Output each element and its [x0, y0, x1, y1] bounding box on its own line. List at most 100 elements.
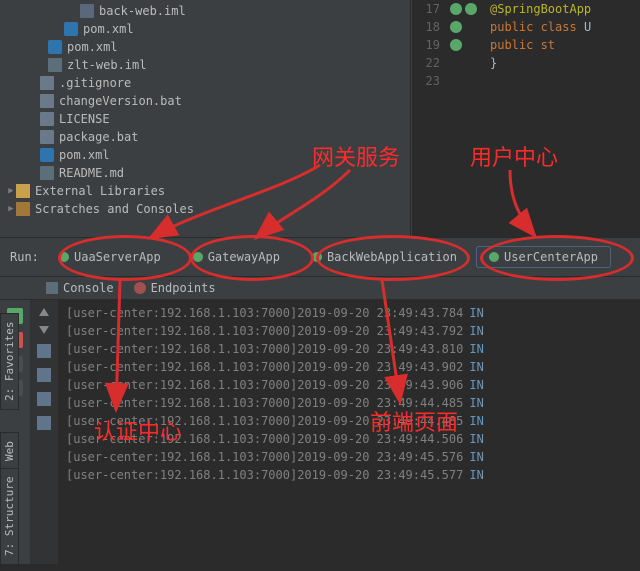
- file-icon: [40, 94, 54, 108]
- editor-line[interactable]: 19 public st: [412, 36, 640, 54]
- run-gutter-icon[interactable]: [465, 3, 477, 15]
- log-timestamp: 2019-09-20 23:49:43.810: [297, 340, 463, 358]
- run-gutter-icon[interactable]: [465, 75, 477, 87]
- tree-item[interactable]: pom.xml: [0, 38, 410, 56]
- soft-wrap-icon[interactable]: [37, 344, 51, 358]
- tree-item[interactable]: package.bat: [0, 128, 410, 146]
- run-status-icon: [312, 252, 322, 262]
- run-gutter-icon[interactable]: [450, 39, 462, 51]
- vtab-label: Web: [3, 441, 16, 461]
- code-text: public st: [490, 38, 555, 52]
- run-gutter-icon[interactable]: [465, 57, 477, 69]
- tree-item[interactable]: LICENSE: [0, 110, 410, 128]
- tree-label: changeVersion.bat: [59, 94, 182, 108]
- tree-label: External Libraries: [35, 184, 165, 198]
- tree-label: pom.xml: [59, 148, 110, 162]
- expand-icon[interactable]: ▶: [6, 204, 16, 214]
- run-tab[interactable]: UaaServerApp: [46, 246, 174, 268]
- library-icon: [16, 184, 30, 198]
- run-panel: Run: UaaServerAppGatewayAppBackWebApplic…: [0, 237, 640, 564]
- console-side-icons: [30, 300, 58, 564]
- vtab-label: 7: Structure: [3, 477, 16, 556]
- vtab-label: 2: Favorites: [3, 322, 16, 401]
- run-gutter-icon[interactable]: [465, 39, 477, 51]
- tree-external-libraries[interactable]: ▶ External Libraries: [0, 182, 410, 200]
- log-level: IN: [463, 376, 483, 394]
- log-level: IN: [463, 466, 483, 484]
- run-tab-label: UaaServerApp: [74, 250, 161, 264]
- log-line: [user-center:192.168.1.103:7000] 2019-09…: [66, 448, 632, 466]
- terminal-icon: [46, 282, 58, 294]
- log-source: [user-center:192.168.1.103:7000]: [66, 394, 297, 412]
- up-icon[interactable]: [39, 308, 49, 316]
- side-tab-web[interactable]: Web: [0, 432, 19, 470]
- tree-item[interactable]: zlt-web.iml: [0, 56, 410, 74]
- scroll-icon[interactable]: [37, 368, 51, 382]
- side-tab-structure[interactable]: 7: Structure: [0, 468, 19, 565]
- toolbar-console[interactable]: Console: [46, 281, 114, 295]
- run-gutter-icon[interactable]: [450, 21, 462, 33]
- tree-label: package.bat: [59, 130, 138, 144]
- tree-item[interactable]: back-web.iml: [0, 2, 410, 20]
- editor-line[interactable]: 17@SpringBootApp: [412, 0, 640, 18]
- run-tab[interactable]: BackWebApplication: [299, 246, 470, 268]
- tree-item[interactable]: pom.xml: [0, 146, 410, 164]
- tree-item[interactable]: changeVersion.bat: [0, 92, 410, 110]
- log-source: [user-center:192.168.1.103:7000]: [66, 448, 297, 466]
- file-icon: [40, 166, 54, 180]
- tree-item[interactable]: pom.xml: [0, 20, 410, 38]
- run-gutter-icon[interactable]: [450, 75, 462, 87]
- toolbar-endpoints[interactable]: Endpoints: [134, 281, 216, 295]
- clear-icon[interactable]: [37, 416, 51, 430]
- run-tab[interactable]: UserCenterApp: [476, 246, 611, 268]
- expand-icon[interactable]: ▶: [6, 186, 16, 196]
- tree-label: .gitignore: [59, 76, 131, 90]
- side-tab-favorites[interactable]: 2: Favorites: [0, 313, 19, 410]
- top-area: back-web.imlpom.xmlpom.xmlzlt-web.iml.gi…: [0, 0, 640, 237]
- file-icon: [40, 76, 54, 90]
- run-tab-label: UserCenterApp: [504, 250, 598, 264]
- file-icon: [48, 58, 62, 72]
- line-number: 23: [412, 74, 450, 88]
- code-editor[interactable]: 17@SpringBootApp18public class U19 publi…: [411, 0, 640, 237]
- log-timestamp: 2019-09-20 23:49:43.792: [297, 322, 463, 340]
- run-gutter-icon[interactable]: [465, 21, 477, 33]
- project-tree[interactable]: back-web.imlpom.xmlpom.xmlzlt-web.iml.gi…: [0, 0, 411, 237]
- log-source: [user-center:192.168.1.103:7000]: [66, 322, 297, 340]
- log-source: [user-center:192.168.1.103:7000]: [66, 376, 297, 394]
- run-tab-label: GatewayApp: [208, 250, 280, 264]
- gutter-icons[interactable]: [450, 21, 490, 33]
- tree-label: zlt-web.iml: [67, 58, 146, 72]
- tree-label: README.md: [59, 166, 124, 180]
- editor-line[interactable]: 18public class U: [412, 18, 640, 36]
- down-icon[interactable]: [39, 326, 49, 334]
- log-timestamp: 2019-09-20 23:49:43.906: [297, 376, 463, 394]
- gutter-icons[interactable]: [450, 3, 490, 15]
- gutter-icons[interactable]: [450, 75, 490, 87]
- print-icon[interactable]: [37, 392, 51, 406]
- log-line: [user-center:192.168.1.103:7000] 2019-09…: [66, 376, 632, 394]
- editor-line[interactable]: 23: [412, 72, 640, 90]
- editor-line[interactable]: 22 }: [412, 54, 640, 72]
- run-tabs: UaaServerApp GatewayApp BackWebApplication…: [0, 237, 640, 277]
- gutter-icons[interactable]: [450, 39, 490, 51]
- run-gutter-icon[interactable]: [450, 57, 462, 69]
- log-line: [user-center:192.168.1.103:7000] 2019-09…: [66, 340, 632, 358]
- code-text: public class U: [490, 20, 591, 34]
- log-source: [user-center:192.168.1.103:7000]: [66, 340, 297, 358]
- tree-scratches[interactable]: ▶ Scratches and Consoles: [0, 200, 410, 218]
- tree-item[interactable]: .gitignore: [0, 74, 410, 92]
- log-line: [user-center:192.168.1.103:7000] 2019-09…: [66, 358, 632, 376]
- run-status-icon: [59, 252, 69, 262]
- log-source: [user-center:192.168.1.103:7000]: [66, 412, 297, 430]
- run-tab[interactable]: GatewayApp: [180, 246, 293, 268]
- log-source: [user-center:192.168.1.103:7000]: [66, 358, 297, 376]
- run-gutter-icon[interactable]: [450, 3, 462, 15]
- gutter-icons[interactable]: [450, 57, 490, 69]
- tree-label: LICENSE: [59, 112, 110, 126]
- code-text: @SpringBootApp: [490, 2, 591, 16]
- tree-item[interactable]: README.md: [0, 164, 410, 182]
- log-source: [user-center:192.168.1.103:7000]: [66, 430, 297, 448]
- console-output[interactable]: [user-center:192.168.1.103:7000] 2019-09…: [58, 300, 640, 564]
- endpoint-icon: [134, 282, 146, 294]
